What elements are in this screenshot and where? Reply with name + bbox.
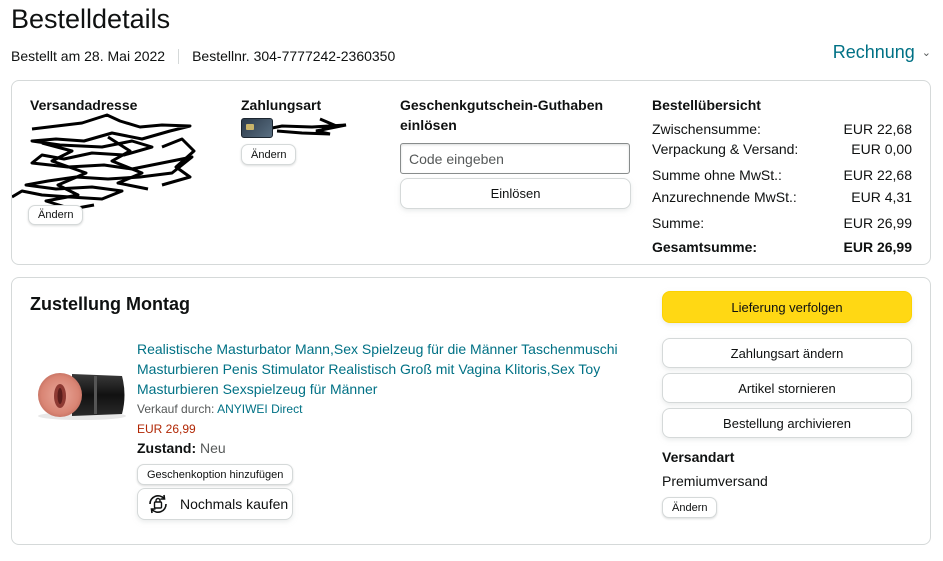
invoice-dropdown[interactable]: Rechnung ⌄	[833, 42, 931, 63]
archive-order-button[interactable]: Bestellung archivieren	[662, 408, 912, 438]
giftcard-title-line2: einlösen	[400, 117, 457, 133]
product-condition: Zustand: Neu	[137, 440, 226, 456]
product-title-link[interactable]: Realistische Masturbator Mann,Sex Spielz…	[137, 339, 637, 399]
product-title-line: Masturbieren Sexspielzeug für Männer	[137, 381, 378, 397]
condition-value: Neu	[200, 440, 226, 456]
chevron-down-icon: ⌄	[921, 47, 931, 59]
change-payment-method-button[interactable]: Zahlungsart ändern	[662, 338, 912, 368]
seller-link[interactable]: ANYIWEI Direct	[217, 402, 302, 416]
summary-row-sum: Summe: EUR 26,99	[652, 213, 912, 233]
delivery-panel: Zustellung Montag Realistische Masturbat…	[11, 277, 931, 545]
summary-value: EUR 4,31	[851, 189, 912, 205]
buy-again-icon	[149, 494, 167, 514]
track-package-button[interactable]: Lieferung verfolgen	[662, 291, 912, 323]
product-image[interactable]	[34, 366, 128, 424]
delivery-title: Zustellung Montag	[30, 294, 190, 314]
summary-row-net: Summe ohne MwSt.: EUR 22,68	[652, 165, 912, 185]
sold-by-label: Verkauf durch:	[137, 402, 215, 416]
buy-again-label: Nochmals kaufen	[180, 496, 289, 512]
order-meta: Bestellt am 28. Mai 2022 Bestellnr. 304-…	[11, 48, 395, 64]
shipping-method-title: Versandart	[662, 449, 735, 465]
cancel-items-button[interactable]: Artikel stornieren	[662, 373, 912, 403]
summary-label: Zwischensumme:	[652, 121, 761, 137]
summary-value: EUR 26,99	[843, 215, 912, 231]
giftcard-title: Geschenkgutschein-Guthaben einlösen	[400, 95, 603, 135]
invoice-label: Rechnung	[832, 42, 915, 62]
summary-row-total: Gesamtsumme: EUR 26,99	[652, 237, 912, 257]
summary-value: EUR 22,68	[843, 167, 912, 183]
summary-row-vat: Anzurechnende MwSt.: EUR 4,31	[652, 187, 912, 207]
summary-row-subtotal: Zwischensumme: EUR 22,68	[652, 119, 912, 139]
change-address-button[interactable]: Ändern	[28, 205, 84, 225]
seller-info: Verkauf durch: ANYIWEI Direct	[137, 402, 302, 416]
summary-label: Gesamtsumme:	[652, 239, 758, 255]
order-info-panel: Versandadresse Ändern Zahlungsart Ändern…	[11, 80, 931, 265]
giftcard-code-input[interactable]	[400, 143, 630, 174]
product-title-line: Masturbieren Penis Stimulator Realistisc…	[137, 361, 601, 377]
add-gift-option-button[interactable]: Geschenkoption hinzufügen	[137, 464, 294, 485]
condition-label: Zustand:	[137, 440, 197, 456]
change-shipping-button[interactable]: Ändern	[662, 497, 718, 518]
summary-label: Summe ohne MwSt.:	[652, 167, 782, 183]
change-payment-button[interactable]: Ändern	[241, 144, 297, 165]
buy-again-button[interactable]: Nochmals kaufen	[137, 488, 293, 520]
order-summary-title: Bestellübersicht	[652, 97, 761, 113]
page-title: Bestelldetails	[11, 4, 171, 34]
product-title-line: Realistische Masturbator Mann,Sex Spielz…	[137, 341, 618, 357]
summary-row-shipping: Verpackung & Versand: EUR 0,00	[652, 139, 912, 159]
meta-divider	[178, 48, 180, 64]
summary-label: Summe:	[652, 215, 705, 231]
summary-value: EUR 26,99	[843, 239, 912, 255]
product-price: EUR 26,99	[137, 422, 196, 436]
giftcard-title-line1: Geschenkgutschein-Guthaben	[400, 97, 604, 113]
payment-method-title: Zahlungsart	[241, 97, 322, 113]
summary-label: Anzurechnende MwSt.:	[652, 189, 797, 205]
shipping-method-value: Premiumversand	[662, 473, 768, 489]
summary-value: EUR 0,00	[851, 141, 912, 157]
summary-label: Verpackung & Versand:	[652, 141, 799, 157]
redeem-button[interactable]: Einlösen	[400, 178, 631, 209]
order-date: Bestellt am 28. Mai 2022	[11, 48, 166, 64]
order-number: Bestellnr. 304-7777242-2360350	[192, 48, 396, 64]
credit-card-icon	[241, 118, 273, 138]
order-summary: Bestellübersicht Zwischensumme: EUR 22,6…	[652, 95, 912, 257]
summary-value: EUR 22,68	[843, 121, 912, 137]
